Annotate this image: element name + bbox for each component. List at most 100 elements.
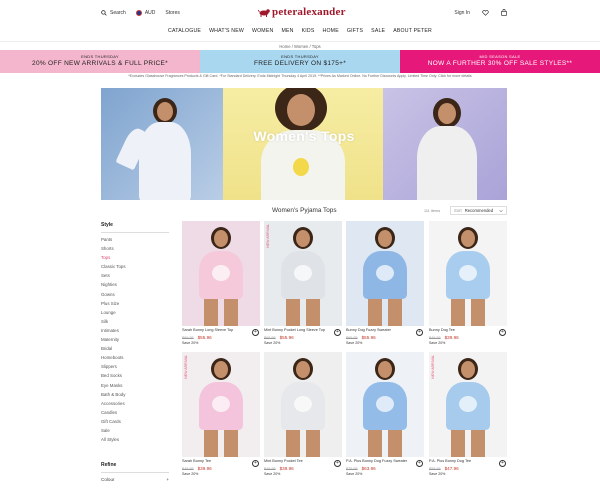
- sidebar-item-lounge[interactable]: Lounge: [101, 310, 169, 319]
- nav-catalogue[interactable]: CATALOGUE: [168, 28, 201, 40]
- nav-kids[interactable]: KIDS: [302, 28, 315, 40]
- sidebar-item-bridal[interactable]: Bridal: [101, 346, 169, 355]
- product-card[interactable]: + P.A. Plus Bunny Dog Fuzzy Sweater $79.95…: [346, 352, 424, 476]
- save-badge: Save 20%: [429, 341, 446, 345]
- quick-add-plus-icon[interactable]: +: [499, 460, 506, 467]
- product-card[interactable]: + Bunny Dog Tee $49.95 $39.96 Save 20%: [429, 221, 507, 345]
- save-badge: Save 20%: [346, 472, 363, 476]
- original-price: $49.95: [429, 335, 441, 340]
- promo-mid-season-sale[interactable]: MID SEASON SALE NOW A FURTHER 30% OFF SA…: [400, 50, 600, 73]
- sidebar-item-tops[interactable]: Tops: [101, 255, 169, 264]
- hero-banner[interactable]: [101, 88, 507, 200]
- nav-women[interactable]: WOMEN: [252, 28, 273, 40]
- wishlist-heart-icon[interactable]: [482, 9, 489, 16]
- sidebar-item-candles[interactable]: Candles: [101, 410, 169, 419]
- sidebar-item-gowns[interactable]: Gowns: [101, 292, 169, 301]
- sidebar-item-shorts[interactable]: Shorts: [101, 246, 169, 255]
- nav-men[interactable]: MEN: [281, 28, 293, 40]
- product-price: $69.95 $55.96: [264, 335, 342, 340]
- product-name[interactable]: P.A. Plus Bunny Dog Tee: [429, 459, 499, 464]
- product-name[interactable]: Sarah Bunny Tee: [182, 459, 252, 464]
- product-image[interactable]: NEW ARRIVAL: [182, 352, 260, 457]
- sidebar-item-gift-cards[interactable]: Gift Cards: [101, 419, 169, 428]
- product-image[interactable]: NEW ARRIVAL: [429, 352, 507, 457]
- promo-small-text: ENDS THURSDAY: [281, 54, 319, 59]
- promo-small-text: ENDS THURSDAY: [81, 54, 119, 59]
- sidebar-item-silk[interactable]: Silk: [101, 319, 169, 328]
- model-figure: [429, 221, 507, 326]
- product-image[interactable]: [429, 221, 507, 326]
- original-price: $49.95: [182, 466, 194, 471]
- sidebar-item-accessories[interactable]: Accessories: [101, 401, 169, 410]
- promo-small-text: MID SEASON SALE: [479, 54, 521, 59]
- sidebar-item-intimates[interactable]: Intimates: [101, 328, 169, 337]
- product-image[interactable]: [264, 352, 342, 457]
- sidebar-item-eye-masks[interactable]: Eye Masks: [101, 383, 169, 392]
- promo-disclaimer: *Excludes Glasshouse Fragrances Products…: [128, 74, 472, 78]
- quick-add-plus-icon[interactable]: +: [416, 329, 423, 336]
- sidebar-item-all-styles[interactable]: All Styles: [101, 437, 169, 446]
- product-name[interactable]: Mint Bunny Pocket Long Sleeve Top: [264, 328, 334, 333]
- sidebar-style-list: Pants Shorts Tops Classic Tops Sets Nighties G…: [101, 237, 169, 446]
- quick-add-plus-icon[interactable]: +: [252, 329, 259, 336]
- quick-add-plus-icon[interactable]: +: [499, 329, 506, 336]
- site-logo[interactable]: peteralexander: [258, 6, 346, 18]
- currency-selector[interactable]: AUD: [135, 10, 156, 16]
- search-link[interactable]: Search: [101, 10, 126, 16]
- quick-add-plus-icon[interactable]: +: [334, 460, 341, 467]
- nav-gifts[interactable]: GIFTS: [347, 28, 363, 40]
- nav-about-peter[interactable]: ABOUT PETER: [393, 28, 432, 40]
- sidebar-item-classic-tops[interactable]: Classic Tops: [101, 264, 169, 273]
- sidebar-item-homeboots[interactable]: Homeboots: [101, 355, 169, 364]
- sidebar-item-sale[interactable]: Sale: [101, 428, 169, 437]
- sidebar-item-sets[interactable]: Sets: [101, 273, 169, 282]
- quick-add-plus-icon[interactable]: +: [334, 329, 341, 336]
- sidebar-item-plus-size[interactable]: Plus Size: [101, 301, 169, 310]
- sidebar-item-maternity[interactable]: Maternity: [101, 337, 169, 346]
- product-image[interactable]: [346, 221, 424, 326]
- currency-label: AUD: [144, 10, 156, 16]
- product-name[interactable]: Bunny Dog Fuzzy Sweater: [346, 328, 416, 333]
- sort-dropdown[interactable]: Sort Recommended: [450, 206, 507, 215]
- sidebar-item-bath-body[interactable]: Bath & Body: [101, 392, 169, 401]
- nav-home[interactable]: HOME: [323, 28, 339, 40]
- sidebar-item-slippers[interactable]: Slippers: [101, 364, 169, 373]
- new-arrival-label: NEW ARRIVAL: [431, 355, 435, 379]
- product-card[interactable]: NEW ARRIVAL + Sarah Bunny Tee $49.95 $39.96 S…: [182, 352, 260, 476]
- shopping-bag-icon[interactable]: [501, 9, 507, 16]
- product-name[interactable]: Mint Bunny Pocket Tee: [264, 459, 334, 464]
- model-figure: [264, 352, 342, 457]
- product-price: $59.95 $47.96: [429, 466, 507, 471]
- product-image[interactable]: [346, 352, 424, 457]
- stores-link[interactable]: Stores: [165, 10, 179, 16]
- product-price: $79.95 $63.96: [346, 466, 424, 471]
- product-card[interactable]: + Bunny Dog Fuzzy Sweater $69.95 $55.96 Save…: [346, 221, 424, 345]
- sidebar-item-pants[interactable]: Pants: [101, 237, 169, 246]
- colour-filter-toggle[interactable]: Colour +: [101, 477, 169, 482]
- product-image[interactable]: [182, 221, 260, 326]
- nav-sale[interactable]: SALE: [371, 28, 385, 40]
- model-figure: [429, 352, 507, 457]
- sale-price: $55.96: [361, 335, 376, 340]
- sidebar-title: Style: [101, 222, 169, 233]
- nav-whats-new[interactable]: WHAT'S NEW: [209, 28, 244, 40]
- save-badge: Save 20%: [346, 341, 363, 345]
- sign-in-link[interactable]: Sign In: [454, 10, 470, 16]
- product-card[interactable]: NEW ARRIVAL + Mint Bunny Pocket Long Sleev…: [264, 221, 342, 345]
- product-name[interactable]: Sarah Bunny Long Sleeve Top: [182, 328, 252, 333]
- sidebar-item-bed-socks[interactable]: Bed Socks: [101, 373, 169, 382]
- quick-add-plus-icon[interactable]: +: [416, 460, 423, 467]
- new-arrival-label: NEW ARRIVAL: [184, 355, 188, 379]
- product-name[interactable]: P.A. Plus Bunny Dog Fuzzy Sweater: [346, 459, 416, 464]
- promo-banners: ENDS THURSDAY 20% OFF NEW ARRIVALS & FUL…: [0, 50, 600, 73]
- product-name[interactable]: Bunny Dog Tee: [429, 328, 499, 333]
- original-price: $69.95: [264, 335, 276, 340]
- product-card[interactable]: + Sarah Bunny Long Sleeve Top $69.95 $55.96…: [182, 221, 260, 345]
- product-card[interactable]: NEW ARRIVAL + P.A. Plus Bunny Dog Tee $59.9…: [429, 352, 507, 476]
- product-image[interactable]: NEW ARRIVAL: [264, 221, 342, 326]
- quick-add-plus-icon[interactable]: +: [252, 460, 259, 467]
- promo-free-delivery[interactable]: ENDS THURSDAY FREE DELIVERY ON $175+*: [200, 50, 400, 73]
- product-card[interactable]: + Mint Bunny Pocket Tee $49.95 $39.96 Save 2…: [264, 352, 342, 476]
- sidebar-item-nighties[interactable]: Nighties: [101, 282, 169, 291]
- promo-new-arrivals[interactable]: ENDS THURSDAY 20% OFF NEW ARRIVALS & FUL…: [0, 50, 200, 73]
